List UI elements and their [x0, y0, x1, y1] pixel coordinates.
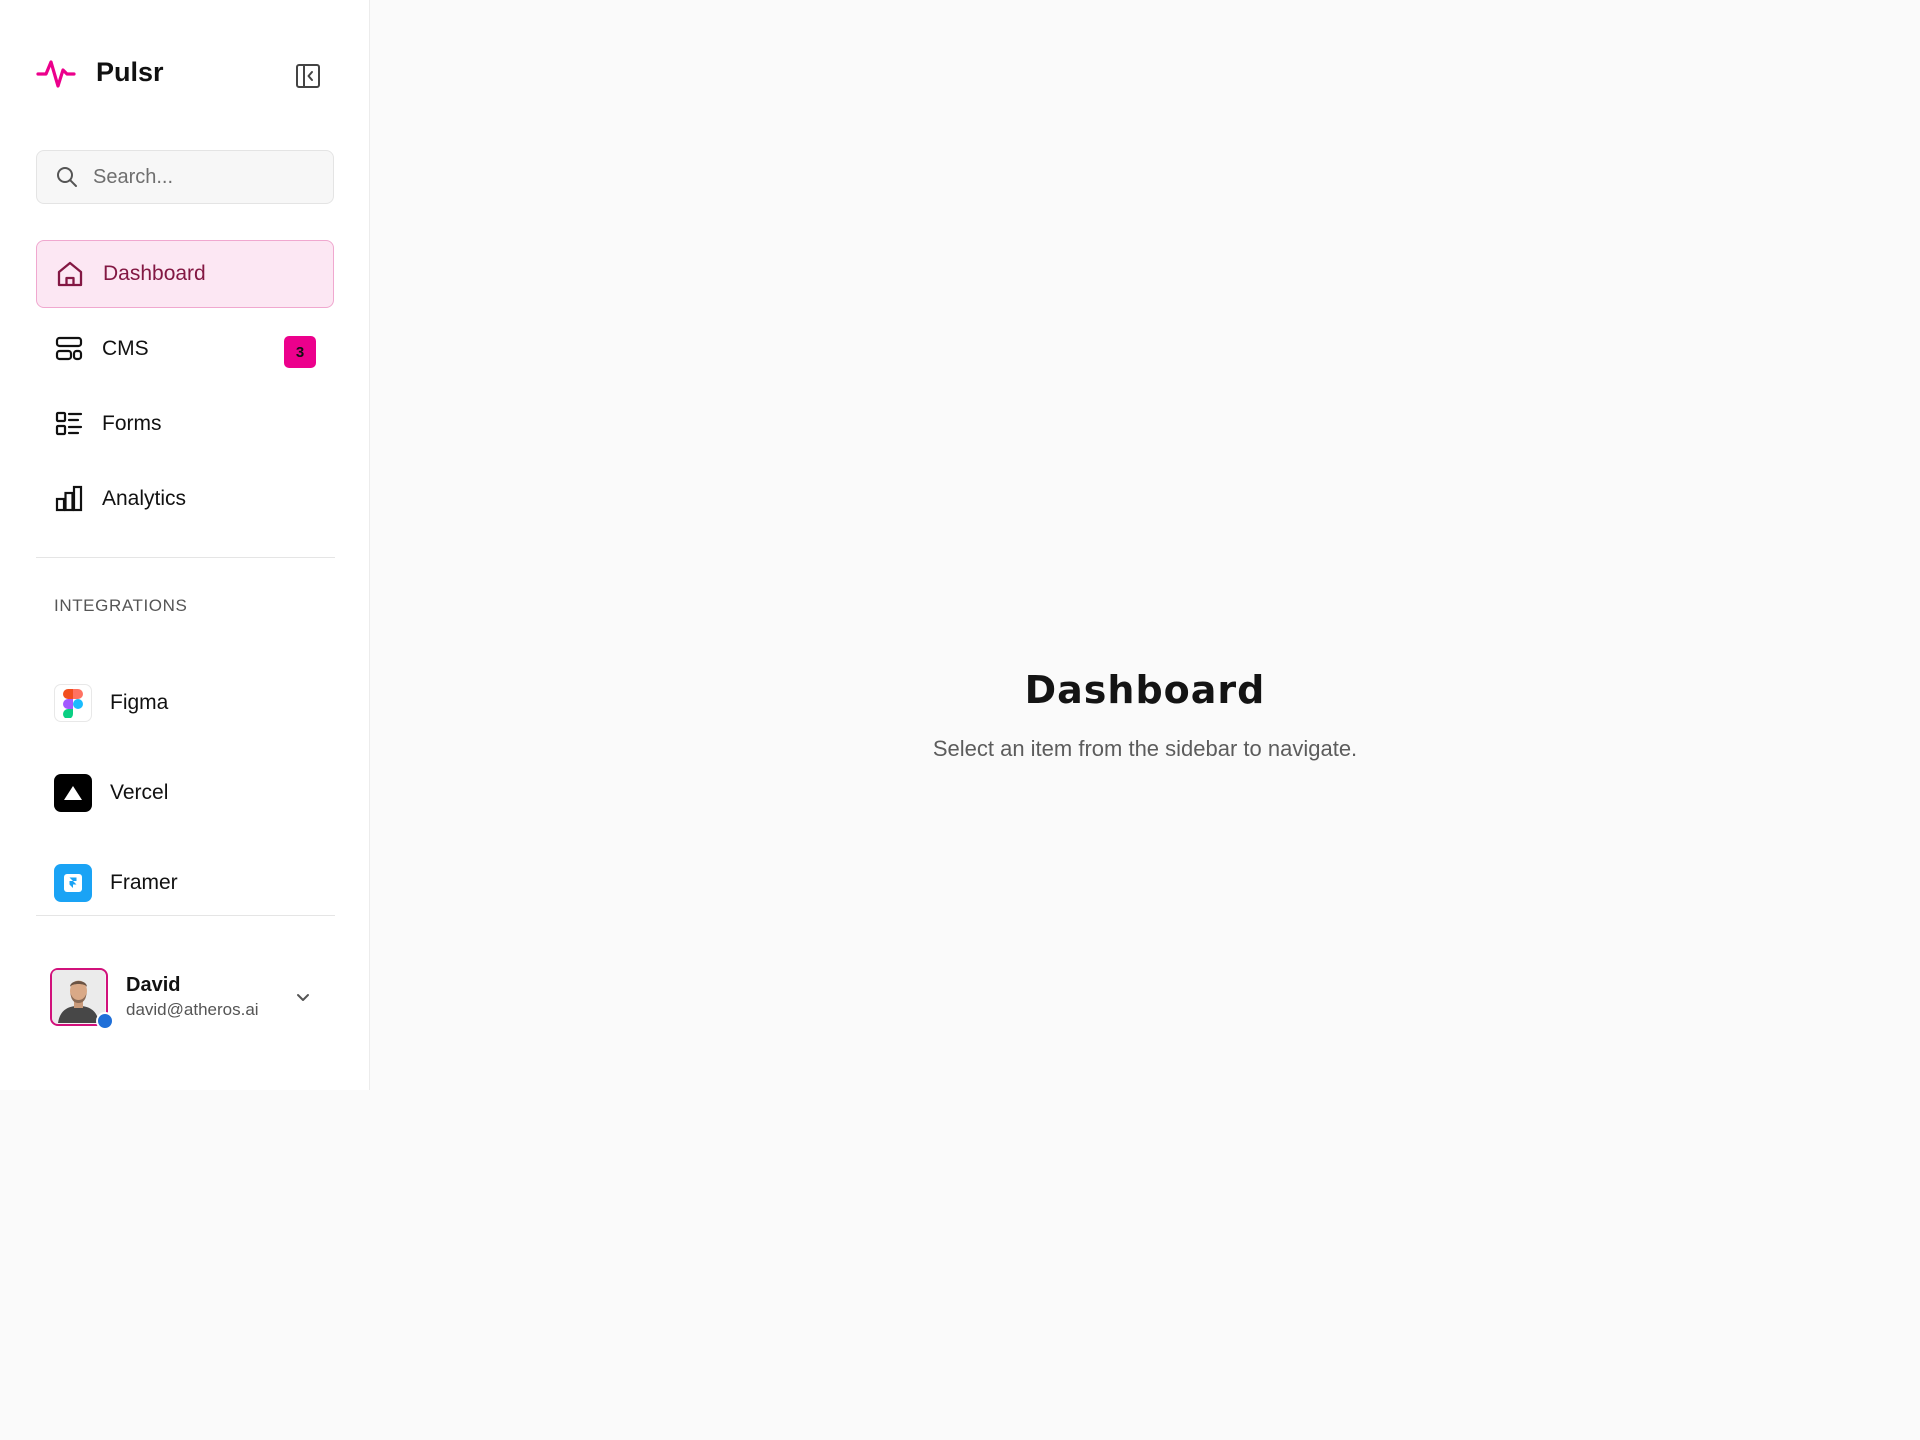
nav-label: Dashboard — [103, 262, 206, 285]
nav-label: Analytics — [102, 487, 187, 510]
forms-icon — [55, 411, 83, 436]
sidebar: Pulsr Dashboard CM — [0, 0, 370, 1090]
integration-figma[interactable]: Figma — [54, 658, 334, 748]
divider — [36, 557, 335, 558]
main-nav: Dashboard CMS 3 Forms Analytics — [36, 240, 334, 540]
nav-item-forms[interactable]: Forms — [36, 390, 334, 458]
user-name: David — [126, 974, 181, 996]
cms-count-badge: 3 — [284, 336, 316, 368]
collapse-sidebar-button[interactable] — [290, 60, 326, 92]
cms-icon — [55, 336, 83, 361]
pulse-logo-icon — [36, 60, 76, 88]
page-title: Dashboard — [1024, 668, 1266, 712]
avatar — [50, 968, 114, 1030]
online-status-dot — [96, 1012, 114, 1030]
search-icon — [57, 167, 77, 187]
framer-icon — [54, 864, 92, 902]
user-info: David david@atheros.ai — [126, 972, 259, 1022]
nav-label: CMS — [102, 337, 149, 360]
nav-label: Forms — [102, 412, 162, 435]
search-box[interactable] — [36, 150, 334, 204]
brand[interactable]: Pulsr — [36, 52, 164, 92]
integration-label: Framer — [110, 871, 178, 894]
integration-vercel[interactable]: Vercel — [54, 748, 334, 838]
search-input[interactable] — [91, 164, 315, 190]
integrations-list: Figma Vercel Framer — [54, 658, 334, 928]
page-subtitle: Select an item from the sidebar to navig… — [932, 736, 1358, 761]
nav-item-dashboard[interactable]: Dashboard — [36, 240, 334, 308]
sidebar-collapse-icon — [296, 64, 320, 88]
user-menu[interactable]: David david@atheros.ai — [50, 966, 320, 1030]
integrations-heading: INTEGRATIONS — [54, 596, 188, 615]
integration-label: Figma — [110, 691, 169, 714]
home-icon — [57, 261, 83, 287]
figma-icon — [54, 684, 92, 722]
nav-item-cms[interactable]: CMS 3 — [36, 315, 334, 383]
analytics-icon — [55, 485, 83, 512]
vercel-icon — [54, 774, 92, 812]
user-email: david@atheros.ai — [126, 1000, 259, 1019]
nav-item-analytics[interactable]: Analytics — [36, 465, 334, 533]
divider — [36, 915, 335, 916]
integration-label: Vercel — [110, 781, 169, 804]
chevron-down-icon[interactable] — [294, 988, 312, 1006]
brand-name: Pulsr — [96, 56, 164, 87]
